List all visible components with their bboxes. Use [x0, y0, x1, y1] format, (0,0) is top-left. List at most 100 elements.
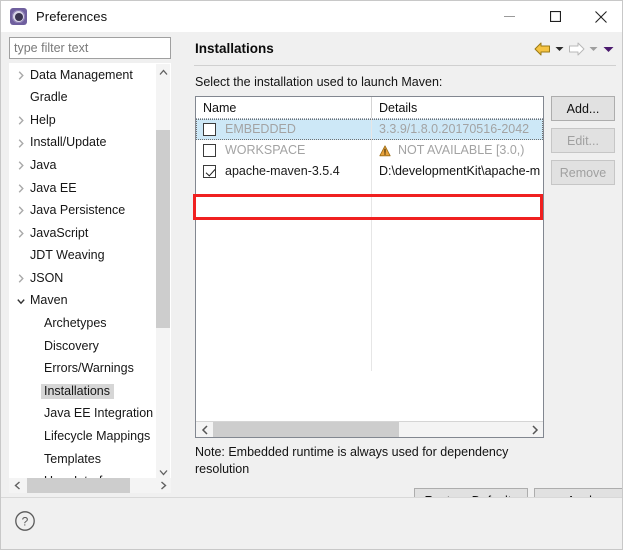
- table-empty-row: [196, 224, 543, 245]
- table-empty-cell: [196, 182, 372, 203]
- sidebar-item-label: JSON: [30, 270, 64, 285]
- header-divider: [194, 65, 616, 66]
- sidebar-item-javascript[interactable]: JavaScript: [10, 222, 158, 245]
- tree-hscroll-track[interactable]: [25, 478, 155, 493]
- sidebar-item-install-update[interactable]: Install/Update: [10, 132, 158, 155]
- sidebar-item-gradle[interactable]: Gradle: [10, 87, 158, 110]
- table-row[interactable]: WORKSPACE NOT AVAILABLE [3.0,): [196, 140, 543, 161]
- sidebar-item-errors-warnings[interactable]: Errors/Warnings: [10, 358, 158, 381]
- sidebar-item-java-ee-integration[interactable]: Java EE Integration: [10, 403, 158, 426]
- sidebar-item-jdt-weaving[interactable]: JDT Weaving: [10, 245, 158, 268]
- search-input[interactable]: [9, 37, 171, 59]
- sidebar-item-java[interactable]: Java: [10, 154, 158, 177]
- table-cell-name: EMBEDDED: [196, 119, 372, 140]
- sidebar-item-discovery[interactable]: Discovery: [10, 335, 158, 358]
- table-hscroll-thumb[interactable]: [213, 421, 399, 437]
- sidebar-item-json[interactable]: JSON: [10, 267, 158, 290]
- table-empty-row: [196, 182, 543, 203]
- back-history-chevron-down-icon[interactable]: [552, 40, 567, 58]
- table-empty-cell: [372, 245, 543, 266]
- table-row[interactable]: EMBEDDED 3.3.9/1.8.0.20170516-2042: [196, 119, 543, 140]
- table-cell-details: 3.3.9/1.8.0.20170516-2042: [372, 119, 543, 140]
- table-empty-cell: [196, 287, 372, 308]
- sidebar-item-java-persistence[interactable]: Java Persistence: [10, 200, 158, 223]
- chevron-right-icon[interactable]: [14, 206, 27, 216]
- table-cell-details: NOT AVAILABLE [3.0,): [372, 140, 543, 161]
- title-bar: Preferences: [1, 1, 622, 32]
- table-body: EMBEDDED 3.3.9/1.8.0.20170516-2042 WORKSPA…: [196, 119, 543, 371]
- sidebar-item-archetypes[interactable]: Archetypes: [10, 313, 158, 336]
- back-arrow-icon[interactable]: [533, 41, 552, 57]
- installation-details: 3.3.9/1.8.0.20170516-2042: [379, 122, 530, 137]
- sidebar-item-help[interactable]: Help: [10, 109, 158, 132]
- chevron-down-icon[interactable]: [14, 297, 27, 306]
- tree-scroll-thumb[interactable]: [156, 130, 170, 328]
- table-scroll-right-icon[interactable]: [526, 422, 543, 438]
- installation-name: apache-maven-3.5.4: [225, 164, 340, 179]
- forward-arrow-icon: [567, 41, 586, 57]
- table-row[interactable]: apache-maven-3.5.4 D:\developmentKit\apac…: [196, 161, 543, 182]
- table-cell-details: D:\developmentKit\apache-m: [372, 161, 543, 182]
- table-empty-row: [196, 329, 543, 350]
- row-checkbox[interactable]: [203, 165, 216, 178]
- sidebar-item-data-management[interactable]: Data Management: [10, 64, 158, 87]
- scroll-left-icon[interactable]: [9, 478, 25, 493]
- table-header-row: Name Details: [196, 97, 543, 119]
- sidebar-item-maven[interactable]: Maven: [10, 290, 158, 313]
- close-icon[interactable]: [578, 1, 622, 32]
- sidebar-item-label: Discovery: [44, 338, 99, 353]
- sidebar-item-label: Gradle: [30, 90, 68, 105]
- tree-horizontal-scrollbar[interactable]: [9, 478, 171, 493]
- remove-button: Remove: [551, 160, 615, 185]
- table-scroll-left-icon[interactable]: [196, 422, 213, 438]
- sidebar-item-label: Java EE: [30, 180, 77, 195]
- window-controls: [486, 1, 622, 32]
- sidebar-item-label: Help: [30, 112, 56, 127]
- forward-history-chevron-down-icon: [586, 40, 601, 58]
- chevron-right-icon[interactable]: [14, 116, 27, 125]
- warning-icon: [379, 144, 391, 157]
- scroll-down-icon[interactable]: [156, 464, 170, 478]
- installation-details: NOT AVAILABLE [3.0,): [398, 143, 525, 158]
- table-empty-cell: [196, 224, 372, 245]
- scroll-up-icon[interactable]: [156, 64, 170, 80]
- table-empty-cell: [372, 350, 543, 371]
- maximize-icon[interactable]: [532, 1, 578, 32]
- chevron-right-icon[interactable]: [14, 161, 27, 170]
- chevron-right-icon[interactable]: [14, 138, 27, 148]
- table-hscroll-track[interactable]: [213, 421, 526, 437]
- help-question-icon[interactable]: ?: [14, 510, 36, 532]
- scroll-right-icon[interactable]: [155, 478, 171, 493]
- column-header-name[interactable]: Name: [196, 97, 372, 118]
- sidebar-item-installations[interactable]: Installations: [10, 380, 158, 403]
- chevron-right-icon[interactable]: [14, 184, 27, 193]
- table-horizontal-scrollbar[interactable]: [196, 421, 543, 437]
- column-header-details[interactable]: Details: [372, 97, 543, 118]
- tree-vertical-scrollbar[interactable]: [156, 64, 170, 478]
- sidebar-item-lifecycle-mappings[interactable]: Lifecycle Mappings: [10, 426, 158, 449]
- table-empty-cell: [372, 329, 543, 350]
- sidebar-item-java-ee[interactable]: Java EE: [10, 177, 158, 200]
- sidebar-item-label: JDT Weaving: [30, 248, 105, 263]
- table-empty-row: [196, 203, 543, 224]
- row-checkbox[interactable]: [203, 144, 216, 157]
- table-empty-cell: [196, 245, 372, 266]
- sidebar-item-label: Errors/Warnings: [44, 361, 134, 376]
- dialog-footer: ? Apply and Close Cancel: [1, 498, 622, 549]
- minimize-icon[interactable]: [486, 1, 532, 32]
- chevron-right-icon[interactable]: [14, 274, 27, 283]
- add-button[interactable]: Add...: [551, 96, 615, 121]
- window-title: Preferences: [36, 9, 108, 24]
- row-checkbox[interactable]: [203, 123, 216, 136]
- view-menu-chevron-down-icon[interactable]: [601, 40, 616, 58]
- table-cell-name: apache-maven-3.5.4: [196, 161, 372, 182]
- installation-details: D:\developmentKit\apache-m: [379, 164, 541, 179]
- table-cell-name: WORKSPACE: [196, 140, 372, 161]
- sidebar-item-label: Templates: [44, 451, 101, 466]
- svg-text:?: ?: [22, 515, 29, 529]
- tree-hscroll-thumb[interactable]: [27, 478, 130, 493]
- table-empty-cell: [372, 308, 543, 329]
- chevron-right-icon[interactable]: [14, 229, 27, 238]
- sidebar-item-templates[interactable]: Templates: [10, 448, 158, 471]
- chevron-right-icon[interactable]: [14, 71, 27, 80]
